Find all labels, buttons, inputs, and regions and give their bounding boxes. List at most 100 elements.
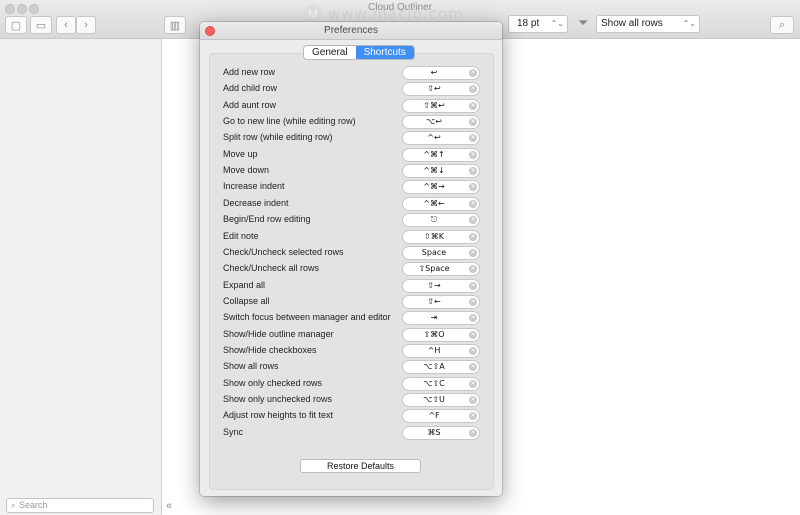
watermark-text: www.macjb.com — [328, 5, 464, 23]
shortcut-row: Show only checked rows ⌥⇧C ✕ — [210, 376, 493, 393]
shortcut-key: ^⌘→ — [423, 182, 445, 192]
clear-shortcut-icon[interactable]: ✕ — [469, 379, 477, 388]
shortcut-recorder-field[interactable]: ^⌘↓ ✕ — [402, 164, 480, 179]
filter-icon[interactable]: ⏷ — [578, 15, 588, 31]
clear-shortcut-icon[interactable]: ✕ — [469, 396, 477, 404]
font-size-stepper[interactable]: 18 pt ⌃⌄ — [508, 15, 568, 33]
back-button[interactable]: ‹ — [56, 16, 76, 34]
shortcut-key: ^F — [428, 411, 440, 421]
new-document-button[interactable]: ▢ — [5, 16, 27, 34]
clear-shortcut-icon[interactable]: ✕ — [469, 216, 477, 225]
shortcut-label: Show only checked rows — [223, 377, 323, 388]
shortcut-key: ↩ — [430, 68, 438, 77]
shortcut-key: ^H — [427, 345, 441, 355]
shortcut-key: ^⌘← — [423, 198, 445, 208]
shortcut-row: Check/Uncheck selected rows Space ✕ — [210, 245, 493, 262]
clear-shortcut-icon[interactable]: ✕ — [469, 69, 477, 77]
shortcut-key: ⇧Space — [418, 264, 450, 274]
shortcut-recorder-field[interactable]: ⌥⇧U ✕ — [402, 393, 480, 407]
preferences-close-button[interactable] — [205, 26, 215, 36]
shortcut-label: Decrease indent — [223, 197, 289, 208]
shortcut-label: Add new row — [223, 67, 276, 77]
shortcut-recorder-field[interactable]: ⌥⇧A ✕ — [402, 360, 480, 375]
shortcut-key: ⇥ — [430, 313, 438, 323]
shortcut-row: Show only unchecked rows ⌥⇧U ✕ — [210, 393, 493, 409]
clear-shortcut-icon[interactable]: ✕ — [469, 101, 477, 110]
search-placeholder: Search — [19, 500, 48, 510]
clear-shortcut-icon[interactable]: ✕ — [469, 134, 477, 143]
shortcut-recorder-field[interactable]: ↩ ✕ — [402, 66, 480, 80]
shortcut-label: Expand all — [223, 279, 266, 290]
clear-shortcut-icon[interactable]: ✕ — [469, 428, 477, 437]
open-folder-button[interactable]: ▭ — [30, 16, 52, 34]
restore-defaults-button[interactable]: Restore Defaults — [300, 459, 421, 473]
chevron-left-icon: ‹ — [64, 19, 68, 31]
shortcut-recorder-field[interactable]: ⌥↩ ✕ — [402, 115, 480, 130]
shortcut-row: Begin/End row editing ⎋ ✕ — [210, 213, 493, 229]
shortcut-recorder-field[interactable]: ^⌘← ✕ — [402, 196, 480, 211]
clear-shortcut-icon[interactable]: ✕ — [469, 183, 477, 192]
trash-icon: ▥ — [169, 19, 181, 32]
clear-shortcut-icon[interactable]: ✕ — [469, 199, 477, 208]
shortcut-key: ⇧← — [427, 296, 441, 306]
preferences-tabs: General Shortcuts — [303, 45, 415, 60]
shortcut-row: Show/Hide outline manager ⇧⌘O ✕ — [210, 327, 493, 344]
sidebar-search-input[interactable]: ⌕ Search — [6, 498, 154, 513]
shortcut-recorder-field[interactable]: ⇧← ✕ — [402, 294, 480, 309]
clear-shortcut-icon[interactable]: ✕ — [469, 412, 477, 421]
clear-shortcut-icon[interactable]: ✕ — [469, 330, 477, 339]
clear-shortcut-icon[interactable]: ✕ — [469, 85, 477, 94]
shortcut-label: Go to new line (while editing row) — [223, 116, 356, 127]
clear-shortcut-icon[interactable]: ✕ — [469, 167, 477, 176]
shortcut-recorder-field[interactable]: Space ✕ — [402, 245, 480, 260]
clear-shortcut-icon[interactable]: ✕ — [469, 363, 477, 372]
shortcut-recorder-field[interactable]: ⌘S ✕ — [402, 425, 480, 440]
shortcut-key: ⎋ — [430, 215, 438, 225]
clear-shortcut-icon[interactable]: ✕ — [469, 118, 477, 127]
shortcut-recorder-field[interactable]: ^↩ ✕ — [402, 131, 480, 146]
shortcut-recorder-field[interactable]: ^⌘↑ ✕ — [402, 147, 480, 162]
shortcut-recorder-field[interactable]: ^⌘→ ✕ — [402, 180, 480, 195]
shortcut-row: Add child row ⇧↩ ✕ — [210, 82, 493, 98]
shortcut-key: ^⌘↓ — [423, 166, 445, 176]
shortcut-recorder-field[interactable]: ⇧Space ✕ — [402, 262, 480, 277]
row-filter-select[interactable]: Show all rows ⌃⌄ — [596, 15, 700, 33]
shortcut-recorder-field[interactable]: ⇧↩ ✕ — [402, 82, 480, 97]
tab-general[interactable]: General — [304, 46, 356, 59]
shortcut-row: Adjust row heights to fit text ^F ✕ — [210, 409, 493, 425]
shortcut-recorder-field[interactable]: ^F ✕ — [402, 409, 480, 424]
shortcut-recorder-field[interactable]: ⇥ ✕ — [402, 311, 480, 326]
delete-button[interactable]: ▥ — [164, 16, 186, 34]
clear-shortcut-icon[interactable]: ✕ — [469, 150, 477, 159]
shortcut-label: Show/Hide outline manager — [223, 328, 334, 339]
shortcut-recorder-field[interactable]: ^H ✕ — [402, 343, 480, 358]
stepper-arrows-icon: ⌃⌄ — [550, 19, 564, 28]
shortcut-recorder-field[interactable]: ⇧⌘↩ ✕ — [402, 98, 480, 113]
tab-shortcuts[interactable]: Shortcuts — [355, 46, 414, 59]
shortcut-label: Adjust row heights to fit text — [223, 410, 334, 421]
shortcut-recorder-field[interactable]: ⇧→ ✕ — [402, 278, 480, 293]
shortcut-row: Go to new line (while editing row) ⌥↩ ✕ — [210, 115, 493, 131]
collapse-sidebar-icon[interactable]: « — [166, 500, 172, 512]
outline-manager-sidebar — [0, 39, 162, 515]
shortcut-label: Show only unchecked rows — [223, 394, 333, 404]
shortcut-recorder-field[interactable]: ⌥⇧C ✕ — [402, 376, 480, 391]
shortcut-key: Space — [421, 247, 447, 257]
shortcut-recorder-field[interactable]: ⇧⌘O ✕ — [402, 327, 480, 342]
row-filter-value: Show all rows — [601, 18, 663, 29]
clear-shortcut-icon[interactable]: ✕ — [469, 314, 477, 323]
shortcut-recorder-field[interactable]: ⇧⌘K ✕ — [402, 229, 480, 244]
clear-shortcut-icon[interactable]: ✕ — [469, 232, 477, 241]
clear-shortcut-icon[interactable]: ✕ — [469, 281, 477, 290]
shortcut-key: ⇧→ — [427, 280, 441, 290]
search-button[interactable]: ⌕ — [770, 16, 794, 34]
preferences-title: Preferences — [324, 25, 378, 36]
shortcut-recorder-field[interactable]: ⎋ ✕ — [402, 213, 480, 228]
forward-button[interactable]: › — [76, 16, 96, 34]
clear-shortcut-icon[interactable]: ✕ — [469, 346, 477, 355]
clear-shortcut-icon[interactable]: ✕ — [469, 265, 477, 274]
shortcut-row: Switch focus between manager and editor ⇥… — [210, 311, 493, 327]
clear-shortcut-icon[interactable]: ✕ — [469, 248, 477, 257]
clear-shortcut-icon[interactable]: ✕ — [469, 297, 477, 306]
preferences-titlebar: Preferences — [200, 22, 502, 40]
